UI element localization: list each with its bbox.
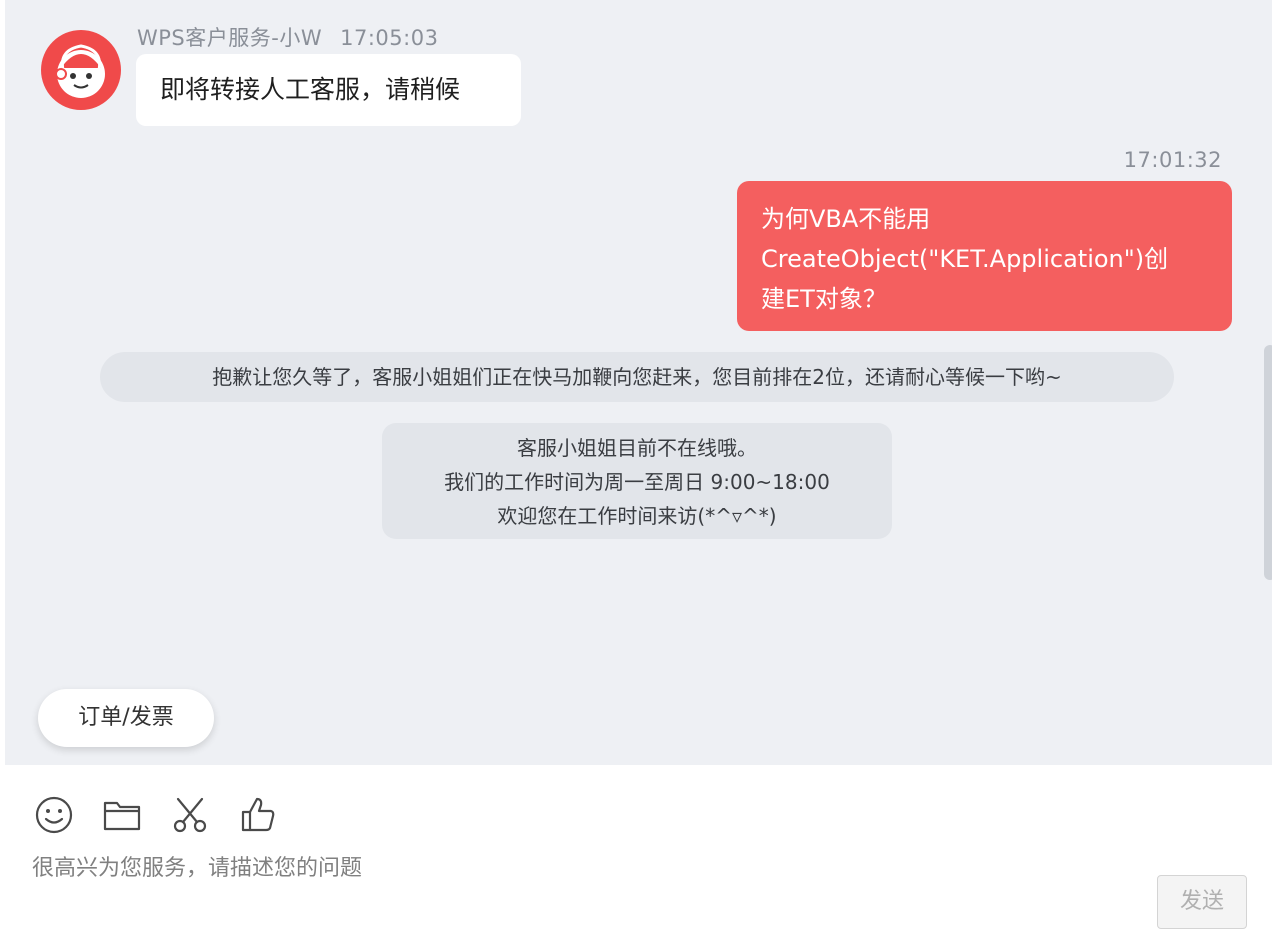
user-message-line: 为何VBA不能用 <box>761 205 931 233</box>
thumbs-up-icon[interactable] <box>238 795 278 835</box>
emoji-icon[interactable] <box>34 795 74 835</box>
user-message-line: 建ET对象？ <box>761 285 887 313</box>
folder-icon[interactable] <box>102 795 142 835</box>
user-message-bubble: 为何VBA不能用 CreateObject("KET.Application")… <box>737 181 1232 331</box>
offline-notice-line: 我们的工作时间为周一至周日 9:00~18:00 <box>444 470 830 494</box>
agent-message-bubble: 即将转接人工客服，请稍候 <box>136 54 521 126</box>
message-list[interactable]: WPS客户服务-小W 17:05:03 即将转接人工客服，请稍候 17:01:32… <box>5 0 1272 765</box>
send-button[interactable]: 发送 <box>1157 875 1247 929</box>
user-message-time: 17:01:32 <box>1123 148 1222 172</box>
order-invoice-button[interactable]: 订单/发票 <box>38 689 214 747</box>
chat-window: WPS客户服务-小W 17:05:03 即将转接人工客服，请稍候 17:01:32… <box>0 0 1272 944</box>
agent-avatar[interactable] <box>41 30 121 110</box>
offline-notice-line: 欢迎您在工作时间来访(*^▿^*) <box>497 504 777 528</box>
scrollbar-thumb[interactable] <box>1264 345 1272 580</box>
agent-name: WPS客户服务-小W <box>137 26 323 50</box>
message-input[interactable]: 很高兴为您服务，请描述您的问题 <box>32 852 1232 886</box>
agent-message-time: 17:05:03 <box>340 26 439 50</box>
user-message-line: CreateObject("KET.Application")创 <box>761 245 1169 273</box>
agent-face-icon <box>55 44 105 98</box>
scissors-icon[interactable] <box>170 795 210 835</box>
offline-notice: 客服小姐姐目前不在线哦。 我们的工作时间为周一至周日 9:00~18:00 欢迎… <box>382 423 892 539</box>
offline-notice-line: 客服小姐姐目前不在线哦。 <box>517 436 757 460</box>
agent-message-meta: WPS客户服务-小W 17:05:03 <box>137 22 438 52</box>
queue-notice: 抱歉让您久等了，客服小姐姐们正在快马加鞭向您赶来，您目前排在2位，还请耐心等候一… <box>100 352 1174 402</box>
